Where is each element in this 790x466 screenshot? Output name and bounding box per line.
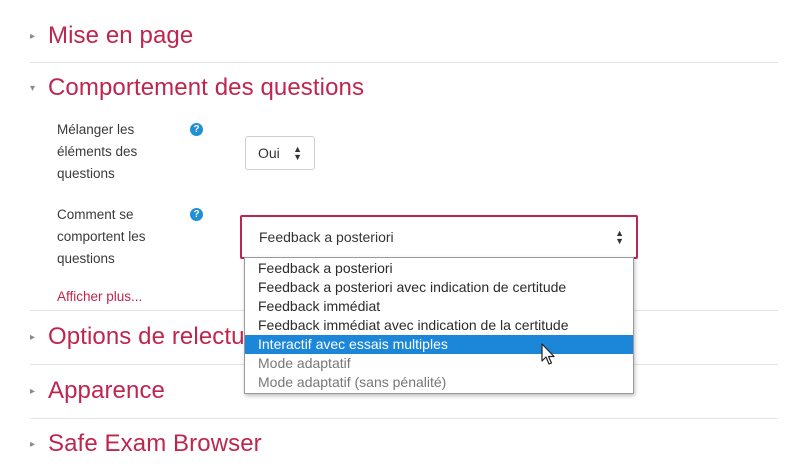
- select-arrows-icon: ▲ ▼: [293, 144, 302, 162]
- section-comportement-questions[interactable]: ▾ Comportement des questions: [30, 74, 364, 102]
- dropdown-option[interactable]: Feedback a posteriori: [245, 259, 633, 278]
- section-options-relecture[interactable]: ▸ Options de relecture: [30, 323, 266, 351]
- section-title: Apparence: [48, 377, 165, 404]
- chevron-right-icon: ▸: [30, 385, 36, 397]
- shuffle-select[interactable]: Oui ▲ ▼: [245, 136, 315, 170]
- select-arrows-icon: ▲ ▼: [615, 228, 624, 246]
- help-circle-icon[interactable]: ?: [190, 123, 203, 136]
- show-more-link[interactable]: Afficher plus...: [57, 289, 142, 304]
- section-divider: [30, 62, 778, 63]
- shuffle-label: Mélanger les éléments des questions: [57, 122, 138, 181]
- chevron-down-icon: ▾: [30, 82, 36, 94]
- dropdown-option-disabled: Mode adaptatif: [258, 355, 351, 371]
- section-apparence[interactable]: ▸ Apparence: [30, 377, 165, 405]
- shuffle-select-value: Oui: [258, 145, 280, 161]
- chevron-right-icon: ▸: [30, 438, 36, 450]
- chevron-right-icon: ▸: [30, 30, 36, 42]
- behaviour-dropdown-list: Feedback a posteriori Feedback a posteri…: [244, 257, 634, 394]
- dropdown-option[interactable]: Feedback a posteriori avec indication de…: [245, 278, 633, 297]
- section-divider: [30, 418, 778, 419]
- chevron-right-icon: ▸: [30, 331, 36, 343]
- dropdown-option[interactable]: Feedback immédiat avec indication de la …: [245, 316, 633, 335]
- section-title: Mise en page: [48, 22, 194, 49]
- quiz-settings-page: ▸ Mise en page ▾ Comportement des questi…: [0, 0, 790, 466]
- help-circle-icon[interactable]: ?: [190, 208, 203, 221]
- behaviour-label: Comment se comportent les questions: [57, 207, 146, 266]
- section-mise-en-page[interactable]: ▸ Mise en page: [30, 22, 193, 50]
- dropdown-option-disabled: Mode adaptatif (sans pénalité): [258, 374, 447, 390]
- section-title: Safe Exam Browser: [48, 430, 262, 457]
- section-title: Options de relecture: [48, 323, 267, 350]
- dropdown-option[interactable]: Feedback immédiat: [245, 297, 633, 316]
- dropdown-option-highlighted[interactable]: Interactif avec essais multiples: [245, 335, 633, 354]
- section-title: Comportement des questions: [48, 74, 365, 101]
- behaviour-select[interactable]: Feedback a posteriori ▲ ▼: [240, 215, 638, 259]
- section-safe-exam-browser[interactable]: ▸ Safe Exam Browser: [30, 430, 262, 458]
- behaviour-select-value: Feedback a posteriori: [259, 229, 394, 245]
- mouse-pointer-icon: [541, 343, 555, 365]
